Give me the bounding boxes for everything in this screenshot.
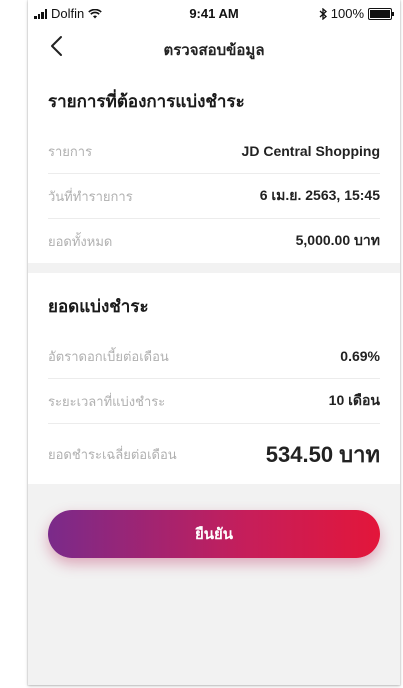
- row-value: 6 เม.ย. 2563, 15:45: [259, 187, 380, 203]
- row-label: ระยะเวลาที่แบ่งชำระ: [48, 393, 166, 409]
- battery-percent: 100%: [330, 6, 364, 21]
- top-panel: Dolfin 9:41 AM 100% ตรวจสอบข้อมูล รายการ…: [28, 0, 400, 263]
- section-divider: [28, 263, 400, 273]
- row-value: 5,000.00 บาท: [295, 232, 380, 248]
- installment-row: ระยะเวลาที่แบ่งชำระ 10 เดือน: [48, 379, 380, 424]
- row-label: วันที่ทำรายการ: [48, 188, 133, 204]
- installment-row: อัตราดอกเบี้ยต่อเดือน 0.69%: [48, 334, 380, 379]
- installment-section: ยอดแบ่งชำระ อัตราดอกเบี้ยต่อเดือน 0.69% …: [28, 273, 400, 484]
- row-label: อัตราดอกเบี้ยต่อเดือน: [48, 348, 169, 364]
- transaction-row: รายการ JD Central Shopping: [48, 129, 380, 174]
- installment-title: ยอดแบ่งชำระ: [48, 297, 149, 316]
- battery-icon: [368, 7, 394, 20]
- transaction-row: วันที่ทำรายการ 6 เม.ย. 2563, 15:45: [48, 174, 380, 219]
- row-label: รายการ: [48, 143, 93, 159]
- monthly-amount: 534.50 บาท: [265, 441, 380, 467]
- bluetooth-icon: [319, 7, 327, 20]
- action-area: ยืนยัน: [28, 484, 400, 558]
- row-value: JD Central Shopping: [241, 143, 380, 159]
- transaction-title: รายการที่ต้องการแบ่งชำระ: [48, 92, 245, 111]
- status-right: 100%: [319, 6, 394, 21]
- confirm-button[interactable]: ยืนยัน: [48, 510, 380, 558]
- row-value: 10 เดือน: [328, 392, 380, 408]
- installment-panel: ยอดแบ่งชำระ อัตราดอกเบี้ยต่อเดือน 0.69% …: [28, 273, 400, 484]
- phone-screen: Dolfin 9:41 AM 100% ตรวจสอบข้อมูล รายการ…: [28, 0, 400, 685]
- transaction-row: ยอดทั้งหมด 5,000.00 บาท: [48, 219, 380, 263]
- row-label: ยอดทั้งหมด: [48, 233, 113, 249]
- transaction-section: รายการที่ต้องการแบ่งชำระ รายการ JD Centr…: [28, 68, 400, 263]
- row-label: ยอดชำระเฉลี่ยต่อเดือน: [48, 446, 177, 462]
- status-bar: Dolfin 9:41 AM 100%: [28, 0, 400, 28]
- nav-bar: ตรวจสอบข้อมูล: [28, 28, 400, 68]
- row-value: 0.69%: [340, 348, 380, 364]
- installment-row: ยอดชำระเฉลี่ยต่อเดือน 534.50 บาท: [48, 424, 380, 484]
- page-title: ตรวจสอบข้อมูล: [163, 42, 265, 59]
